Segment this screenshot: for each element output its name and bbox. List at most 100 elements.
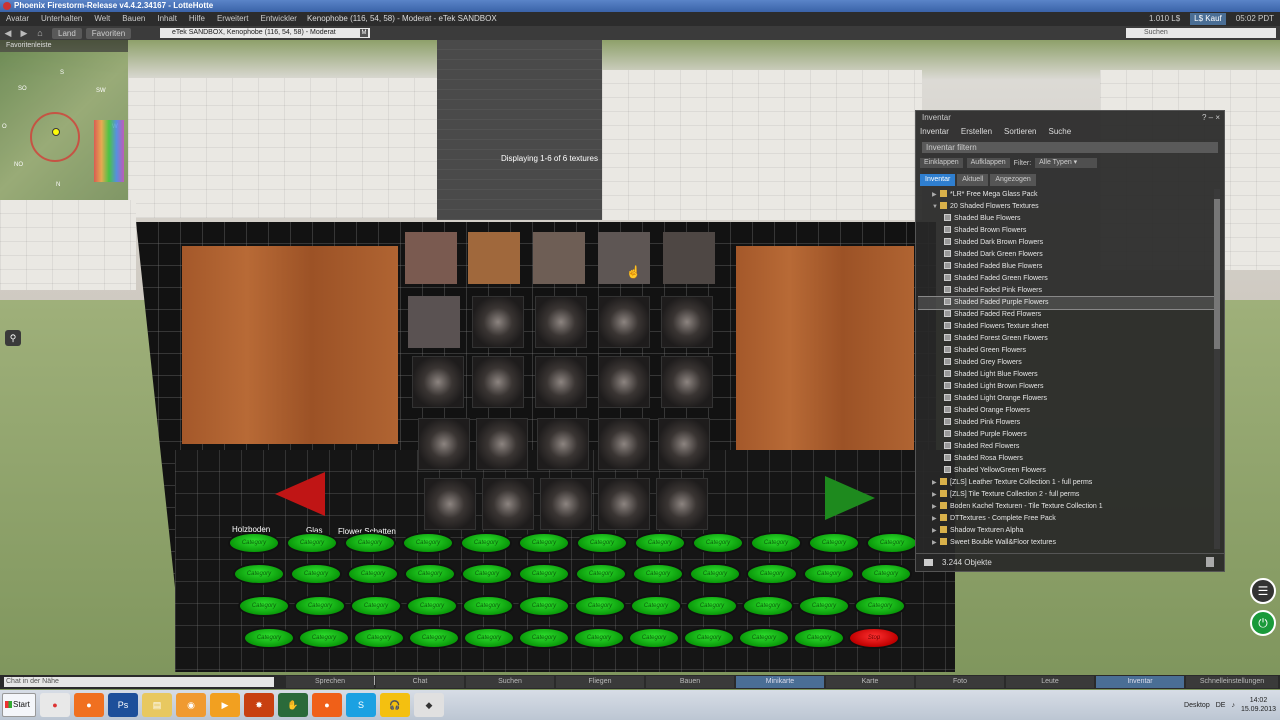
inventory-folder[interactable]: ▶ Boden Kachel Texturen - Tile Texture Co… (918, 501, 1214, 513)
inventory-texture-item[interactable]: Shaded Pink Flowers (918, 417, 1214, 429)
category-button[interactable]: Category (742, 595, 794, 617)
texture-cell[interactable] (661, 356, 713, 408)
inventory-texture-item[interactable]: Shaded Faded Purple Flowers (918, 296, 1214, 310)
chevron-right-icon[interactable]: ▶ (932, 477, 940, 489)
tab-inventar[interactable]: Inventar (920, 174, 956, 186)
inventory-texture-item[interactable]: Shaded Light Brown Flowers (918, 381, 1214, 393)
category-button[interactable]: Category (630, 595, 682, 617)
category-button[interactable]: Category (518, 532, 570, 554)
expand-button[interactable]: Aufklappen (966, 158, 1010, 168)
texture-cell[interactable] (482, 478, 534, 530)
inventory-menu-erstellen[interactable]: Erstellen (961, 125, 992, 139)
category-button[interactable]: Category (798, 595, 850, 617)
collapse-button[interactable]: Einklappen (920, 158, 963, 168)
texture-cell[interactable] (424, 478, 476, 530)
player-icon[interactable]: ▶ (210, 693, 240, 717)
category-button[interactable]: Category (632, 563, 684, 585)
inventory-folder[interactable]: ▶ [ZLS] Leather Texture Collection 1 - fu… (918, 477, 1214, 489)
inventory-folder[interactable]: ▶ [ZLS] Tile Texture Collection 2 - full … (918, 489, 1214, 501)
camera-icon[interactable] (924, 559, 933, 566)
inventory-texture-item[interactable]: Shaded Light Orange Flowers (918, 393, 1214, 405)
category-button[interactable]: Category (462, 595, 514, 617)
chevron-right-icon[interactable]: ▶ (932, 537, 940, 549)
texture-cell[interactable] (472, 356, 524, 408)
category-button[interactable]: Category (461, 563, 513, 585)
menu-item-avatar[interactable]: Avatar (0, 12, 35, 26)
category-button[interactable]: Category (518, 595, 570, 617)
inventory-texture-item[interactable]: Shaded Rosa Flowers (918, 453, 1214, 465)
inventory-texture-item[interactable]: Shaded Flowers Texture sheet (918, 321, 1214, 333)
inventory-texture-item[interactable]: Shaded Faded Green Flowers (918, 273, 1214, 285)
menu-item-hilfe[interactable]: Hilfe (183, 12, 211, 26)
category-button[interactable]: Category (803, 563, 855, 585)
category-button[interactable]: Category (518, 563, 570, 585)
chevron-right-icon[interactable]: ▶ (932, 501, 940, 513)
menu-icon[interactable]: ☰ (1250, 578, 1276, 604)
category-button[interactable]: Category (628, 627, 680, 649)
texture-swatch[interactable] (468, 232, 520, 284)
photoshop-icon[interactable]: Ps (108, 693, 138, 717)
texture-cell[interactable] (537, 418, 589, 470)
category-button[interactable]: Category (573, 627, 625, 649)
type-select[interactable]: Alle Typen ▾ (1035, 158, 1098, 168)
volume-icon[interactable]: ♪ (1231, 702, 1235, 709)
inventory-texture-item[interactable]: Shaded Faded Blue Flowers (918, 261, 1214, 273)
headset-icon[interactable]: 🎧 (380, 693, 410, 717)
menu-item-entwickler[interactable]: Entwickler (255, 12, 303, 26)
taskbar-clock[interactable]: 14:02 15.09.2013 (1241, 696, 1276, 714)
tab-aktuell[interactable]: Aktuell (957, 174, 989, 186)
texture-cell[interactable] (598, 418, 650, 470)
texture-cell[interactable] (598, 478, 650, 530)
language-indicator[interactable]: DE (1216, 702, 1226, 709)
category-button[interactable]: Category (344, 532, 396, 554)
desktop-toolbar[interactable]: Desktop (1184, 702, 1210, 709)
toolbar-button-chat[interactable]: Chat (376, 676, 464, 688)
inventory-folder[interactable]: ▶ *LR* Free Mega Glass Pack (918, 189, 1214, 201)
category-button[interactable]: Category (793, 627, 845, 649)
chevron-right-icon[interactable]: ▶ (932, 189, 940, 201)
inventory-menu-inventar[interactable]: Inventar (920, 125, 949, 139)
start-button[interactable]: Start (2, 693, 36, 717)
inventory-folder[interactable]: ▶ Shadow Texturen Alpha (918, 525, 1214, 537)
category-button[interactable]: Category (808, 532, 860, 554)
category-button[interactable]: Category (298, 627, 350, 649)
category-button[interactable]: Category (746, 563, 798, 585)
category-button[interactable]: Category (854, 595, 906, 617)
category-button[interactable]: Category (353, 627, 405, 649)
location-pin-icon[interactable]: ⚲ (5, 330, 21, 346)
window-controls[interactable]: ? – × (1202, 111, 1220, 125)
hand-icon[interactable]: ✋ (278, 693, 308, 717)
nearby-chat-input[interactable]: Chat in der Nähe (4, 677, 274, 687)
texture-cell[interactable] (598, 296, 650, 348)
category-button[interactable]: Category (686, 595, 738, 617)
texture-cell[interactable] (418, 418, 470, 470)
menubar-location[interactable]: Kenophobe (116, 54, 58) - Moderat - eTek… (303, 12, 503, 26)
texture-cell[interactable] (412, 356, 464, 408)
back-icon[interactable]: ◀ (0, 27, 16, 39)
texture-cell[interactable] (598, 356, 650, 408)
inventory-texture-item[interactable]: Shaded Dark Green Flowers (918, 249, 1214, 261)
inventory-texture-item[interactable]: Shaded Green Flowers (918, 345, 1214, 357)
previous-page-arrow-icon[interactable] (275, 472, 325, 516)
category-button[interactable]: Category (692, 532, 744, 554)
menu-item-inhalt[interactable]: Inhalt (151, 12, 183, 26)
firefox-icon[interactable]: ● (74, 693, 104, 717)
app-icon[interactable]: ● (312, 693, 342, 717)
category-button[interactable]: Category (860, 563, 912, 585)
power-icon[interactable]: ⏻ (1250, 610, 1276, 636)
inventory-texture-item[interactable]: Shaded YellowGreen Flowers (918, 465, 1214, 477)
category-button[interactable]: Category (294, 595, 346, 617)
texture-cell[interactable] (661, 296, 713, 348)
home-icon[interactable]: ⌂ (32, 27, 48, 39)
menu-item-unterhalten[interactable]: Unterhalten (35, 12, 88, 26)
search-input[interactable]: Suchen (1126, 28, 1276, 38)
buy-currency-button[interactable]: L$ Kauf (1190, 13, 1226, 25)
texture-cell[interactable] (476, 418, 528, 470)
category-button[interactable]: Category (238, 595, 290, 617)
category-button[interactable]: Category (350, 595, 402, 617)
category-button[interactable]: Category (518, 627, 570, 649)
menu-item-bauen[interactable]: Bauen (116, 12, 151, 26)
category-button[interactable]: Category (406, 595, 458, 617)
texture-cell[interactable] (656, 478, 708, 530)
texture-cell[interactable] (472, 296, 524, 348)
